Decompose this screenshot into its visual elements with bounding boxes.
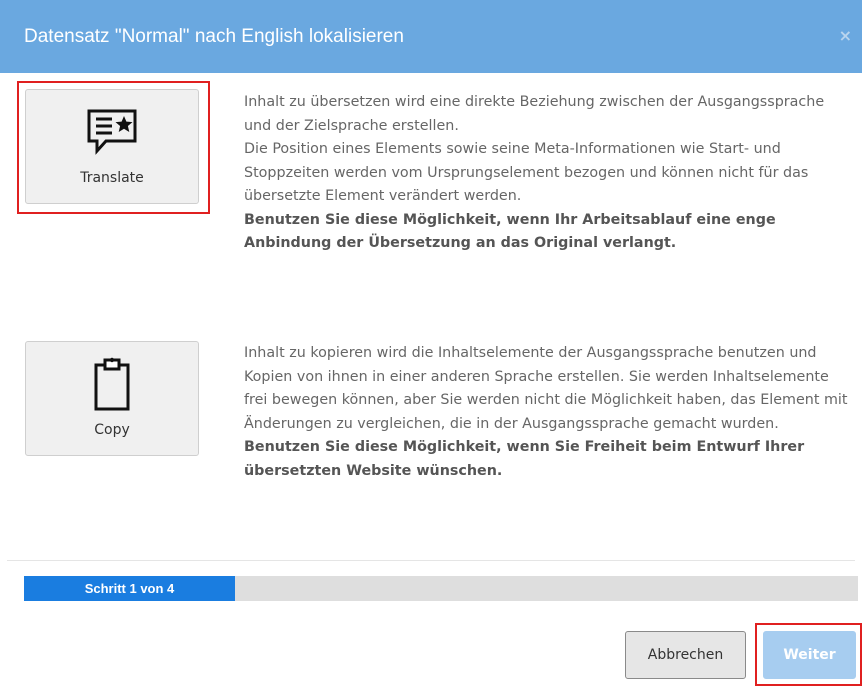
copy-description: Inhalt zu kopieren wird die Inhaltseleme…: [244, 342, 850, 483]
next-button[interactable]: Weiter: [763, 631, 856, 679]
copy-desc-emphasis: Benutzen Sie diese Möglichkeit, wenn Sie…: [244, 439, 805, 479]
cancel-button[interactable]: Abbrechen: [625, 631, 746, 679]
close-icon[interactable]: ×: [839, 26, 852, 45]
clipboard-icon: [26, 356, 198, 411]
copy-button[interactable]: Copy: [25, 341, 199, 456]
dialog-header: Datensatz "Normal" nach English lokalisi…: [0, 0, 862, 73]
footer-divider: [7, 560, 855, 561]
step-progress-bar: Schritt 1 von 4: [24, 576, 858, 601]
copy-desc-paragraph-1: Inhalt zu kopieren wird die Inhaltseleme…: [244, 345, 848, 432]
dialog-title: Datensatz "Normal" nach English lokalisi…: [24, 26, 404, 47]
translate-button-label: Translate: [80, 170, 144, 186]
copy-button-label: Copy: [94, 422, 130, 438]
step-progress-label: Schritt 1 von 4: [84, 581, 175, 596]
speech-bubble-star-icon: [26, 108, 198, 158]
translate-desc-emphasis: Benutzen Sie diese Möglichkeit, wenn Ihr…: [244, 211, 776, 252]
translate-button[interactable]: Translate: [25, 89, 199, 204]
localize-dialog: Datensatz "Normal" nach English lokalisi…: [0, 0, 862, 699]
translate-desc-paragraph-2: Die Position eines Elements sowie seine …: [244, 141, 809, 204]
translate-description: Inhalt zu übersetzen wird eine direkte B…: [244, 91, 850, 256]
translate-desc-paragraph-1: Inhalt zu übersetzen wird eine direkte B…: [244, 94, 825, 134]
